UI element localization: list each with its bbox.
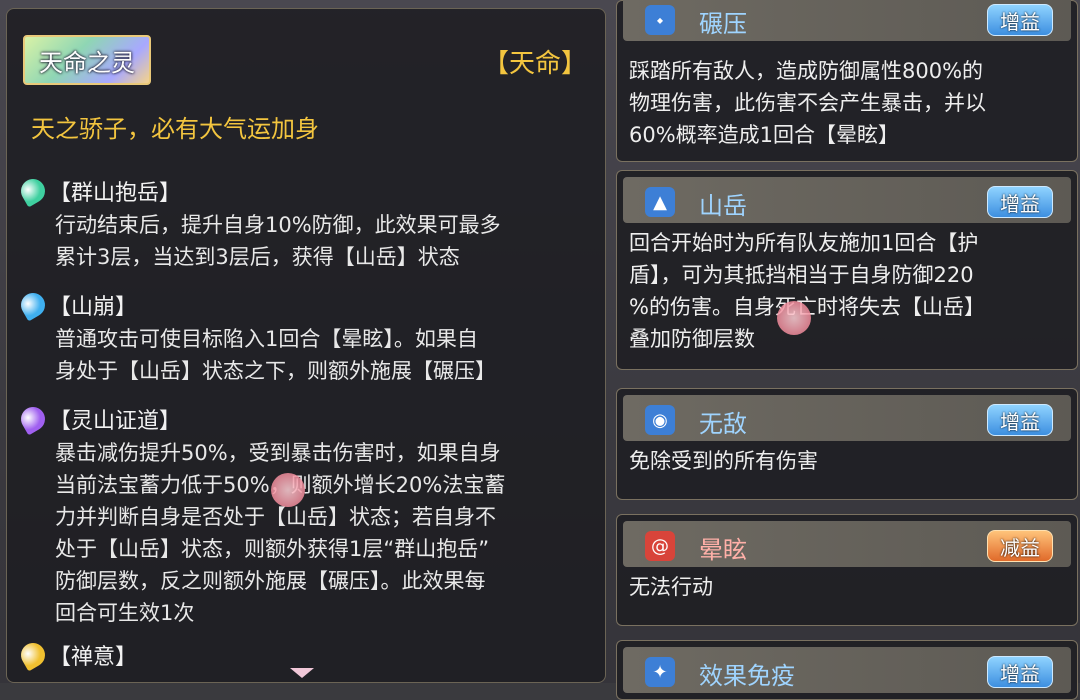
shield-icon: ◉ (645, 405, 675, 435)
buff-badge: 增益 (987, 4, 1053, 36)
skill-lingshanzhengdao: 【灵山证道】 暴击减伤提升50%，受到暴击伤害时，如果自身 当前法宝蓄力低于50… (16, 401, 591, 629)
skill-description: 普通攻击可使目标陷入1回合【晕眩】。如果自 身处于【山岳】状态之下，则额外施展【… (55, 327, 496, 383)
gold-orb-icon (16, 638, 50, 672)
fate-badge: 天命之灵 (23, 35, 151, 85)
status-name: 晕眩 (699, 536, 747, 564)
mountain-icon: ▲ (645, 187, 675, 217)
status-card-nianya: ⬩ 碾压 增益 踩踏所有敌人，造成防御属性800%的 物理伤害，此伤害不会产生暴… (616, 0, 1078, 162)
status-name: 碾压 (699, 10, 747, 38)
skill-title: 【灵山证道】 (49, 409, 182, 434)
buff-badge: 增益 (987, 656, 1053, 688)
status-name: 效果免疫 (699, 662, 795, 690)
skill-title: 【禅意】 (49, 645, 138, 670)
status-description: 回合开始时为所有队友施加1回合【护 盾】，可为其抵挡相当于自身防御220 %的伤… (629, 231, 985, 351)
skill-title: 【群山抱岳】 (49, 181, 182, 206)
fate-detail-panel: 天命之灵 【天命】 天之骄子，必有大气运加身 【群山抱岳】 行动结束后，提升自身… (6, 8, 606, 683)
status-card-shanyue: ▲ 山岳 增益 回合开始时为所有队友施加1回合【护 盾】，可为其抵挡相当于自身防… (616, 170, 1078, 370)
fate-tag: 【天命】 (482, 49, 587, 79)
blue-orb-icon (16, 288, 50, 322)
status-card-wudi: ◉ 无敌 增益 免除受到的所有伤害 (616, 388, 1078, 500)
skill-title: 【山崩】 (49, 295, 138, 320)
green-orb-icon (16, 174, 50, 208)
status-card-xiaoguomianyi: ✦ 效果免疫 增益 (616, 640, 1078, 700)
status-description: 免除受到的所有伤害 (629, 449, 818, 473)
status-description: 踩踏所有敌人，造成防御属性800%的 物理伤害，此伤害不会产生暴击，并以 60%… (629, 59, 986, 147)
buff-badge: 增益 (987, 186, 1053, 218)
petal-decoration (777, 301, 811, 335)
status-description: 无法行动 (629, 575, 713, 599)
debuff-badge: 减益 (987, 530, 1053, 562)
petal-decoration (271, 473, 305, 507)
skill-shanbeng: 【山崩】 普通攻击可使目标陷入1回合【晕眩】。如果自 身处于【山岳】状态之下，则… (16, 287, 591, 387)
status-name: 山岳 (699, 192, 747, 220)
skill-description: 暴击减伤提升50%，受到暴击伤害时，如果自身 当前法宝蓄力低于50%，则额外增长… (55, 441, 505, 625)
scroll-down-arrow-icon[interactable] (290, 668, 314, 678)
skill-qunshanbaoyue: 【群山抱岳】 行动结束后，提升自身10%防御，此效果可最多 累计3层，当达到3层… (16, 173, 591, 273)
buff-badge: 增益 (987, 404, 1053, 436)
fate-badge-label: 天命之灵 (39, 48, 135, 77)
purple-orb-icon (16, 402, 50, 436)
skill-description: 行动结束后，提升自身10%防御，此效果可最多 累计3层，当达到3层后，获得【山岳… (55, 213, 501, 269)
swirl-icon: @ (645, 531, 675, 561)
foot-icon: ⬩ (645, 5, 675, 35)
status-card-yunxuan: @ 晕眩 减益 无法行动 (616, 514, 1078, 626)
fate-description: 天之骄子，必有大气运加身 (31, 115, 319, 143)
status-name: 无敌 (699, 410, 747, 438)
